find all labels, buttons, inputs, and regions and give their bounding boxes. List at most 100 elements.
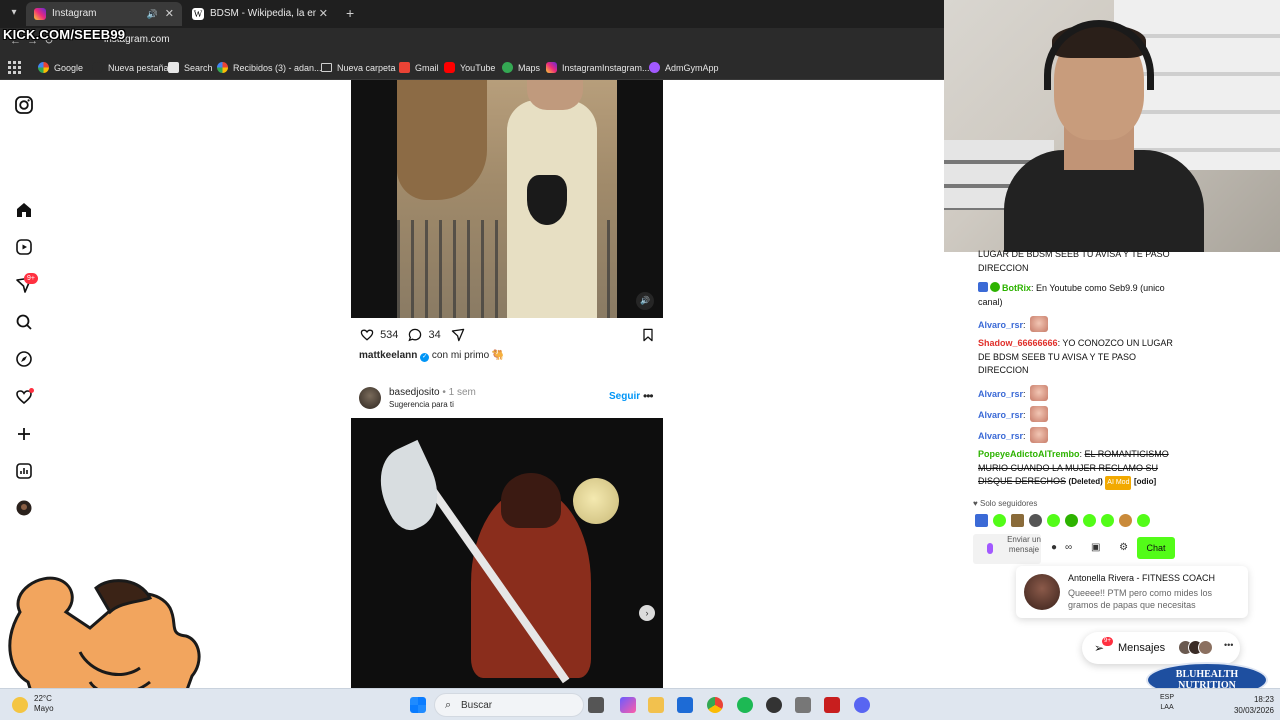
emote-icon[interactable]	[993, 514, 1006, 527]
notification-sender: Antonella Rivera - FITNESS COACH	[1068, 573, 1216, 583]
caption-username[interactable]: mattkeelann	[359, 350, 417, 361]
weather-widget[interactable]: 22°C Mayo	[34, 694, 54, 714]
bookmark-nueva-carpeta[interactable]: Nueva carpeta	[321, 60, 396, 76]
tab-close-icon[interactable]: ✕	[319, 2, 328, 26]
tab-title: BDSM - Wikipedia, la enciclope	[210, 8, 316, 19]
tab-wikipedia[interactable]: W BDSM - Wikipedia, la enciclope ✕	[184, 2, 336, 26]
post-video[interactable]: 🔊	[351, 80, 663, 318]
emote-quick-bar	[975, 514, 1155, 528]
author-username[interactable]: basedjosito	[389, 387, 440, 398]
clock[interactable]: 18:23 30/03/2026	[1220, 694, 1274, 716]
tab-close-icon[interactable]: ✕	[165, 2, 174, 26]
chat-input[interactable]: Enviar un mensaje	[973, 534, 1041, 564]
carousel-next-icon[interactable]: ›	[639, 605, 655, 621]
bookmark-gmail[interactable]: Gmail	[399, 60, 439, 76]
like-icon[interactable]	[359, 329, 375, 341]
chat-send-button[interactable]: Chat	[1137, 537, 1175, 559]
avatar[interactable]	[359, 387, 381, 409]
dashboard-icon[interactable]	[14, 461, 34, 481]
emote-icon[interactable]	[1083, 514, 1096, 527]
bookmark-nueva-pestana[interactable]: Nueva pestaña	[92, 60, 169, 76]
more-options-icon[interactable]: •••	[1224, 640, 1233, 650]
app-icon[interactable]	[824, 697, 840, 713]
search-icon: ⌕	[445, 699, 452, 711]
more-options-icon[interactable]: •••	[643, 389, 654, 403]
bookmark-admgymapp[interactable]: AdmGymApp	[649, 60, 719, 76]
instagram-icon[interactable]	[14, 95, 34, 115]
create-icon[interactable]	[14, 424, 34, 444]
explore-icon[interactable]	[14, 349, 34, 369]
video-frame	[397, 80, 617, 318]
search-icon	[168, 62, 179, 73]
bookmark-maps[interactable]: Maps	[502, 60, 540, 76]
discord-icon[interactable]	[854, 697, 870, 713]
stream-overlay-text: KICK.COM/SEEB99	[3, 27, 126, 42]
avatar	[1198, 640, 1213, 655]
chat-message: Alvaro_rsr:	[978, 427, 1174, 444]
spotify-icon[interactable]	[737, 697, 753, 713]
chat-message-deleted: PopeyeAdictoAlTrembo: EL ROMANTICISMO MU…	[978, 448, 1174, 490]
verified-icon	[990, 282, 1000, 292]
emote-icon[interactable]	[1065, 514, 1078, 527]
post-header: basedjosito • 1 sem Sugerencia para ti S…	[359, 385, 663, 411]
search-icon[interactable]	[14, 312, 34, 332]
post-actions: 534 34	[359, 325, 466, 345]
save-icon[interactable]	[640, 325, 656, 345]
reels-icon[interactable]	[14, 237, 34, 257]
emote-icon[interactable]	[1137, 514, 1150, 527]
message-notification[interactable]: Antonella Rivera - FITNESS COACH Queeee!…	[1016, 566, 1248, 618]
home-icon[interactable]	[14, 200, 34, 220]
emote-icon[interactable]	[1101, 514, 1114, 527]
bookmark-recibidos[interactable]: Recibidos (3) - adan...	[217, 60, 322, 76]
suggestion-label: Sugerencia para ti	[389, 400, 454, 409]
messages-pill-button[interactable]: ➢ 9+ Mensajes •••	[1082, 632, 1240, 664]
taskbar-search[interactable]: ⌕ Buscar	[434, 693, 584, 717]
apps-grid-icon[interactable]	[8, 61, 21, 74]
tab-instagram[interactable]: Instagram 🔊 ✕	[26, 2, 182, 26]
store-icon[interactable]	[677, 697, 693, 713]
emote-icon[interactable]	[1119, 514, 1132, 527]
chrome-icon[interactable]	[707, 697, 723, 713]
task-view-icon[interactable]	[588, 697, 604, 713]
weather-icon[interactable]	[12, 697, 28, 713]
profile-avatar[interactable]	[14, 498, 34, 518]
instagram-favicon-icon	[34, 8, 46, 20]
post-image[interactable]: ›	[351, 418, 663, 688]
bookmark-instagram[interactable]: InstagramInstagram...	[546, 60, 650, 76]
new-tab-icon[interactable]: +	[346, 5, 354, 21]
chat-message: Alvaro_rsr:	[978, 385, 1174, 402]
google-icon	[217, 62, 228, 73]
follow-button[interactable]: Seguir	[609, 391, 640, 402]
bookmark-search[interactable]: Search	[168, 60, 213, 76]
messages-badge: 9+	[24, 273, 38, 284]
app-icon[interactable]	[795, 697, 811, 713]
language-indicator[interactable]: ESP LAA	[1160, 693, 1174, 713]
ai-mod-badge: AI Mod	[1105, 476, 1132, 490]
app-icon[interactable]	[766, 697, 782, 713]
comment-icon[interactable]	[407, 328, 423, 342]
bookmarks-bar: Google Nueva pestaña Search Recibidos (3…	[0, 56, 944, 80]
bookmark-google[interactable]: Google	[38, 60, 83, 76]
head-shape	[527, 80, 583, 110]
chat-tool-icons[interactable]: ●∞ ▣ ⚙	[1051, 542, 1136, 553]
notifications-dot	[29, 388, 34, 393]
tab-audio-icon[interactable]: 🔊	[147, 2, 158, 26]
microphone-icon[interactable]	[987, 543, 993, 554]
copilot-icon[interactable]	[620, 697, 636, 713]
admgymapp-icon	[649, 62, 660, 73]
gmail-icon	[399, 62, 410, 73]
emote-icon[interactable]	[1047, 514, 1060, 527]
chat-message: BotRix: En Youtube como Seb9.9 (unico ca…	[978, 282, 1165, 307]
tab-search-menu-icon[interactable]: ▾	[6, 5, 22, 21]
file-explorer-icon[interactable]	[648, 697, 664, 713]
camel-shape	[397, 80, 487, 200]
share-icon[interactable]	[450, 328, 466, 342]
windows-start-icon[interactable]	[410, 697, 426, 713]
sound-toggle-icon[interactable]: 🔊	[636, 292, 654, 310]
emote-icon[interactable]	[1029, 514, 1042, 527]
emote-icon[interactable]	[975, 514, 988, 527]
bookmark-youtube[interactable]: YouTube	[444, 60, 495, 76]
chat-message: Alvaro_rsr:	[978, 406, 1174, 423]
stream-chat: LUGAR DE BDSM SEEB TU AVISA Y TE PASO DI…	[967, 249, 1181, 571]
emote-icon[interactable]	[1011, 514, 1024, 527]
